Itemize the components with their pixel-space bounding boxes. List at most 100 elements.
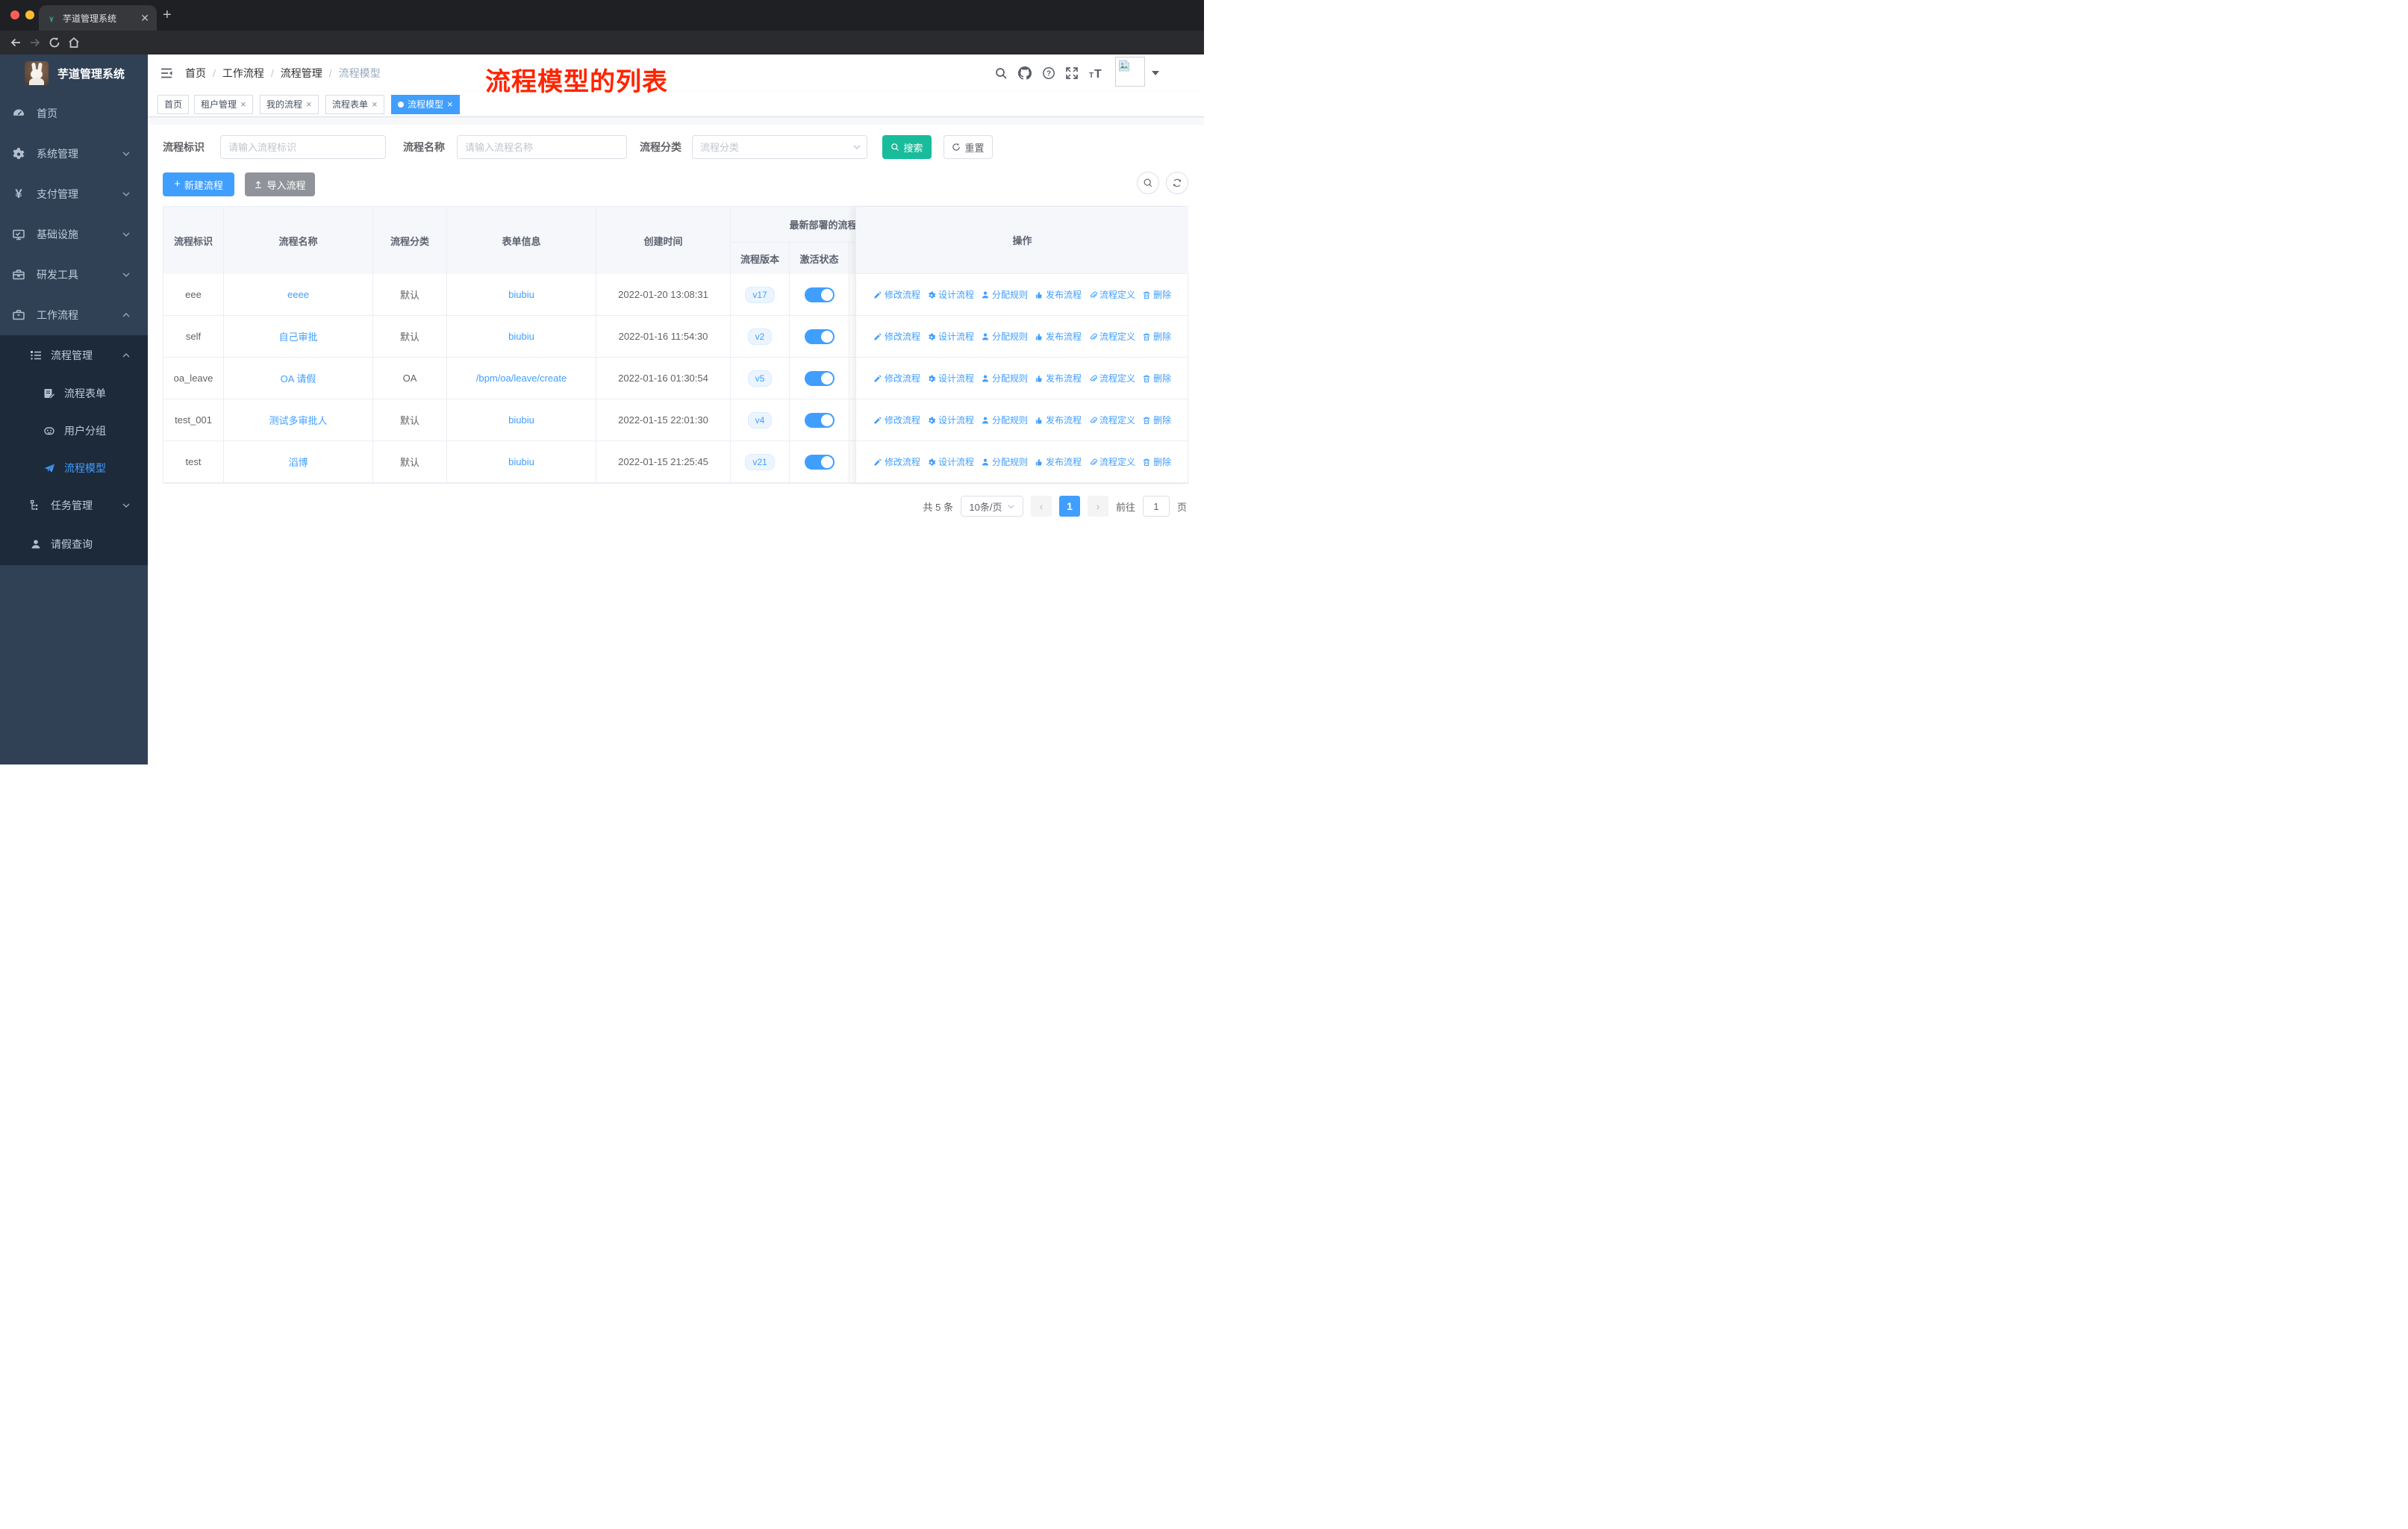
sidebar-item-devtools[interactable]: 研发工具	[0, 255, 148, 295]
tag-process-model[interactable]: 流程模型 ×	[391, 95, 460, 114]
breadcrumb-process-mgmt[interactable]: 流程管理	[281, 66, 322, 81]
home-icon[interactable]	[67, 36, 81, 49]
publish-process-link[interactable]: 发布流程	[1035, 414, 1082, 426]
form-link[interactable]: /bpm/oa/leave/create	[476, 373, 567, 384]
sidebar-item-system[interactable]: 系统管理	[0, 134, 148, 174]
sidebar-item-user-group[interactable]: 用户分组	[0, 412, 148, 449]
delete-link[interactable]: 删除	[1142, 288, 1171, 301]
tag-close-icon[interactable]: ×	[447, 99, 453, 109]
avatar-caret-icon[interactable]	[1152, 71, 1159, 75]
sidebar-item-process-model[interactable]: 流程模型	[0, 449, 148, 487]
modify-process-link[interactable]: 修改流程	[873, 330, 920, 343]
assign-rule-link[interactable]: 分配规则	[981, 288, 1028, 301]
reset-button[interactable]: 重置	[943, 135, 993, 159]
filter-id-input[interactable]	[220, 135, 386, 159]
process-name-link[interactable]: 测试多审批人	[269, 413, 327, 427]
delete-link[interactable]: 删除	[1142, 330, 1171, 343]
process-definition-link[interactable]: 流程定义	[1088, 330, 1135, 343]
new-tab-button[interactable]: +	[163, 7, 172, 22]
help-icon[interactable]: ?	[1042, 66, 1055, 80]
design-process-link[interactable]: 设计流程	[927, 330, 974, 343]
font-size-icon[interactable]: T T	[1088, 66, 1105, 80]
assign-rule-link[interactable]: 分配规则	[981, 455, 1028, 468]
forward-icon[interactable]	[28, 36, 42, 49]
create-process-button[interactable]: + 新建流程	[163, 172, 234, 196]
sidebar-item-workflow[interactable]: 工作流程	[0, 295, 148, 335]
process-name-link[interactable]: OA 请假	[281, 371, 316, 385]
search-button[interactable]: 搜索	[882, 135, 932, 159]
page-1-button[interactable]: 1	[1058, 496, 1080, 517]
next-page-button[interactable]: ›	[1087, 496, 1108, 517]
back-icon[interactable]	[9, 36, 22, 49]
reload-icon[interactable]	[48, 36, 61, 49]
design-process-link[interactable]: 设计流程	[927, 288, 974, 301]
user-avatar[interactable]	[1115, 57, 1145, 87]
assign-rule-link[interactable]: 分配规则	[981, 372, 1028, 384]
process-definition-link[interactable]: 流程定义	[1088, 414, 1135, 426]
page-size-select[interactable]: 10条/页	[960, 496, 1023, 517]
sidebar-item-process-mgmt[interactable]: 流程管理	[0, 337, 148, 374]
status-toggle[interactable]	[804, 328, 835, 344]
tag-close-icon[interactable]: ×	[240, 99, 246, 109]
sidebar-item-task-mgmt[interactable]: 任务管理	[0, 487, 148, 524]
hamburger-icon[interactable]	[160, 66, 173, 80]
import-process-button[interactable]: 导入流程	[245, 172, 315, 196]
tab-close-icon[interactable]: ✕	[140, 13, 149, 23]
process-name-link[interactable]: 自己审批	[278, 329, 317, 343]
breadcrumb-workflow[interactable]: 工作流程	[222, 66, 264, 81]
sidebar-item-payment[interactable]: ¥ 支付管理	[0, 174, 148, 214]
filter-name-input[interactable]	[457, 135, 627, 159]
status-toggle[interactable]	[804, 370, 835, 386]
form-link[interactable]: biubiu	[508, 414, 534, 426]
sidebar-logo[interactable]: 芋道管理系统	[0, 55, 148, 92]
form-link[interactable]: biubiu	[508, 289, 534, 300]
design-process-link[interactable]: 设计流程	[927, 372, 974, 384]
publish-process-link[interactable]: 发布流程	[1035, 288, 1082, 301]
form-link[interactable]: biubiu	[508, 331, 534, 342]
prev-page-button[interactable]: ‹	[1030, 496, 1052, 517]
github-icon[interactable]	[1018, 66, 1032, 80]
assign-rule-link[interactable]: 分配规则	[981, 330, 1028, 343]
tag-tenant[interactable]: 租户管理 ×	[194, 95, 253, 114]
form-link[interactable]: biubiu	[508, 456, 534, 467]
fullscreen-icon[interactable]	[1065, 66, 1079, 80]
process-name-link[interactable]: 滔博	[288, 455, 308, 469]
modify-process-link[interactable]: 修改流程	[873, 414, 920, 426]
delete-link[interactable]: 删除	[1142, 455, 1171, 468]
filter-category-select[interactable]	[692, 135, 867, 159]
design-process-link[interactable]: 设计流程	[927, 414, 974, 426]
status-toggle[interactable]	[804, 412, 835, 428]
tag-close-icon[interactable]: ×	[306, 99, 312, 109]
publish-process-link[interactable]: 发布流程	[1035, 372, 1082, 384]
table-search-button[interactable]	[1137, 172, 1159, 194]
search-icon[interactable]	[994, 66, 1008, 80]
tag-home[interactable]: 首页	[157, 95, 190, 114]
design-process-link[interactable]: 设计流程	[927, 455, 974, 468]
delete-link[interactable]: 删除	[1142, 372, 1171, 384]
status-toggle[interactable]	[804, 287, 835, 302]
process-definition-link[interactable]: 流程定义	[1088, 455, 1135, 468]
modify-process-link[interactable]: 修改流程	[873, 288, 920, 301]
process-name-link[interactable]: eeee	[287, 289, 309, 300]
tag-my-process[interactable]: 我的流程 ×	[260, 95, 319, 114]
window-minimize-button[interactable]	[25, 10, 34, 19]
modify-process-link[interactable]: 修改流程	[873, 372, 920, 384]
sidebar-item-process-form[interactable]: 流程表单	[0, 375, 148, 412]
process-definition-link[interactable]: 流程定义	[1088, 372, 1135, 384]
tag-close-icon[interactable]: ×	[372, 99, 378, 109]
publish-process-link[interactable]: 发布流程	[1035, 330, 1082, 343]
delete-link[interactable]: 删除	[1142, 414, 1171, 426]
browser-tab[interactable]: 芋道管理系统 ✕	[39, 5, 157, 31]
status-toggle[interactable]	[804, 454, 835, 470]
tag-process-form[interactable]: 流程表单 ×	[325, 95, 384, 114]
process-definition-link[interactable]: 流程定义	[1088, 288, 1135, 301]
modify-process-link[interactable]: 修改流程	[873, 455, 920, 468]
table-refresh-button[interactable]	[1166, 172, 1188, 194]
publish-process-link[interactable]: 发布流程	[1035, 455, 1082, 468]
goto-page-input[interactable]	[1142, 496, 1170, 517]
sidebar-item-home[interactable]: 首页	[0, 93, 148, 134]
sidebar-item-leave-query[interactable]: 请假查询	[0, 526, 148, 563]
window-close-button[interactable]	[10, 10, 19, 19]
breadcrumb-home[interactable]: 首页	[185, 66, 206, 81]
assign-rule-link[interactable]: 分配规则	[981, 414, 1028, 426]
